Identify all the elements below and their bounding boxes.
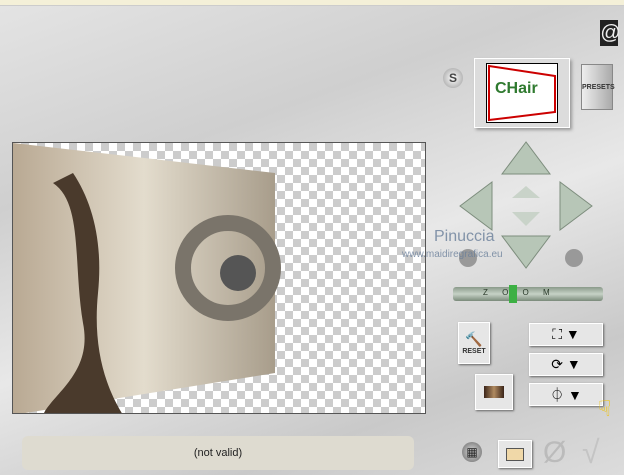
spin-dropdown[interactable]: ⏀ ▼ [529, 383, 603, 406]
arrow-right-icon[interactable] [559, 181, 593, 231]
background-image-button[interactable] [475, 374, 513, 410]
cancel-icon[interactable]: Ø [543, 436, 566, 470]
top-strip [0, 0, 624, 6]
thumbnail-text: CHair [495, 80, 538, 97]
preview-canvas[interactable] [12, 142, 426, 414]
small-up-icon[interactable] [512, 186, 540, 198]
rotate-right-icon[interactable] [565, 249, 583, 267]
rotate-circle-icon: ⟳ ▼ [551, 356, 581, 372]
logo-icon[interactable]: @ [600, 20, 620, 46]
pointer-hand-icon: ☟ [598, 396, 612, 421]
watermark-name: Pinuccia [434, 228, 495, 245]
spin-axis-icon: ⏀ ▼ [550, 386, 582, 403]
hammer-icon: 🔨 [465, 331, 483, 347]
perspective-dropdown[interactable]: ⛶ ▼ [529, 323, 603, 346]
arrow-up-icon[interactable] [501, 141, 551, 175]
folder-icon [506, 447, 524, 461]
reset-label: RESET [462, 348, 486, 355]
reset-button[interactable]: 🔨 RESET [458, 322, 490, 364]
grid-perspective-icon: ⛶ ▼ [552, 326, 580, 342]
arrow-left-icon[interactable] [459, 181, 493, 231]
zoom-handle[interactable] [509, 285, 517, 303]
arrow-down-icon[interactable] [501, 235, 551, 269]
small-down-icon[interactable] [512, 212, 540, 226]
status-bar: (not valid) [22, 436, 414, 470]
presets-button[interactable]: PRESETS [581, 64, 615, 110]
preview-image [13, 143, 281, 413]
rotation-dropdown[interactable]: ⟳ ▼ [529, 353, 603, 376]
zoom-slider[interactable]: Z O O M [453, 285, 603, 303]
ok-check-icon[interactable]: √ [582, 434, 600, 471]
thumbnail-preview[interactable]: CHair [474, 58, 570, 128]
grid-toggle-icon[interactable]: ▦ [462, 442, 482, 462]
open-folder-button[interactable] [498, 440, 532, 468]
watermark-url: www.maidiregrafica.eu [402, 249, 503, 260]
zoom-label: Z O O M [483, 288, 556, 297]
background-thumbnail [484, 386, 504, 398]
s-button[interactable]: S [443, 68, 463, 88]
